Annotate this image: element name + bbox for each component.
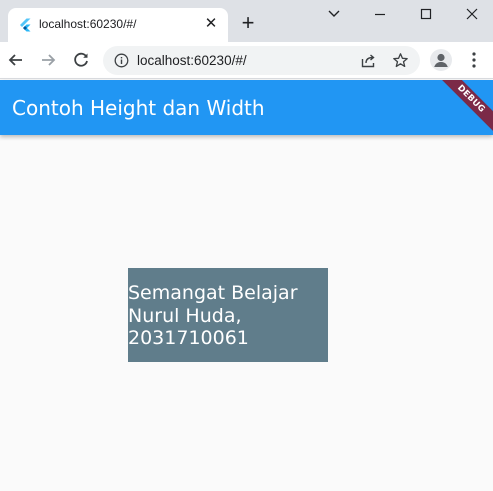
address-bar[interactable]: localhost:60230/#/ (103, 46, 420, 75)
debug-banner: DEBUG (433, 80, 493, 135)
maximize-icon[interactable] (414, 4, 438, 24)
app-bar: Contoh Height dan Width DEBUG (0, 80, 493, 135)
forward-arrow-icon[interactable] (38, 50, 58, 70)
content-line: 2031710061 (128, 327, 249, 349)
url-text[interactable]: localhost:60230/#/ (137, 53, 247, 68)
chevron-down-icon[interactable] (322, 4, 346, 24)
back-arrow-icon[interactable] (6, 50, 26, 70)
reload-icon[interactable] (71, 50, 91, 70)
content-text: Semangat Belajar Nurul Huda, 2031710061 (128, 268, 328, 350)
kebab-menu-icon[interactable] (466, 51, 482, 69)
minimize-icon[interactable] (368, 4, 392, 24)
browser-toolbar: localhost:60230/#/ (0, 42, 493, 79)
content-line: Semangat Belajar (128, 282, 298, 304)
plus-icon[interactable]: + (238, 12, 258, 34)
browser-tab[interactable]: localhost:60230/#/ ✕ (8, 8, 228, 42)
window-close-icon[interactable] (460, 4, 484, 24)
page-title: Contoh Height dan Width (12, 96, 265, 120)
profile-icon[interactable] (430, 49, 452, 71)
info-icon[interactable] (114, 53, 129, 68)
flutter-favicon (20, 18, 31, 32)
share-icon[interactable] (360, 52, 377, 69)
close-icon[interactable]: ✕ (203, 16, 219, 32)
star-icon[interactable] (392, 52, 409, 69)
tab-title: localhost:60230/#/ (39, 17, 137, 31)
content-line: Nurul Huda, (128, 304, 242, 327)
browser-tab-strip: localhost:60230/#/ ✕ + (0, 0, 493, 42)
content-container: Semangat Belajar Nurul Huda, 2031710061 (128, 268, 328, 362)
